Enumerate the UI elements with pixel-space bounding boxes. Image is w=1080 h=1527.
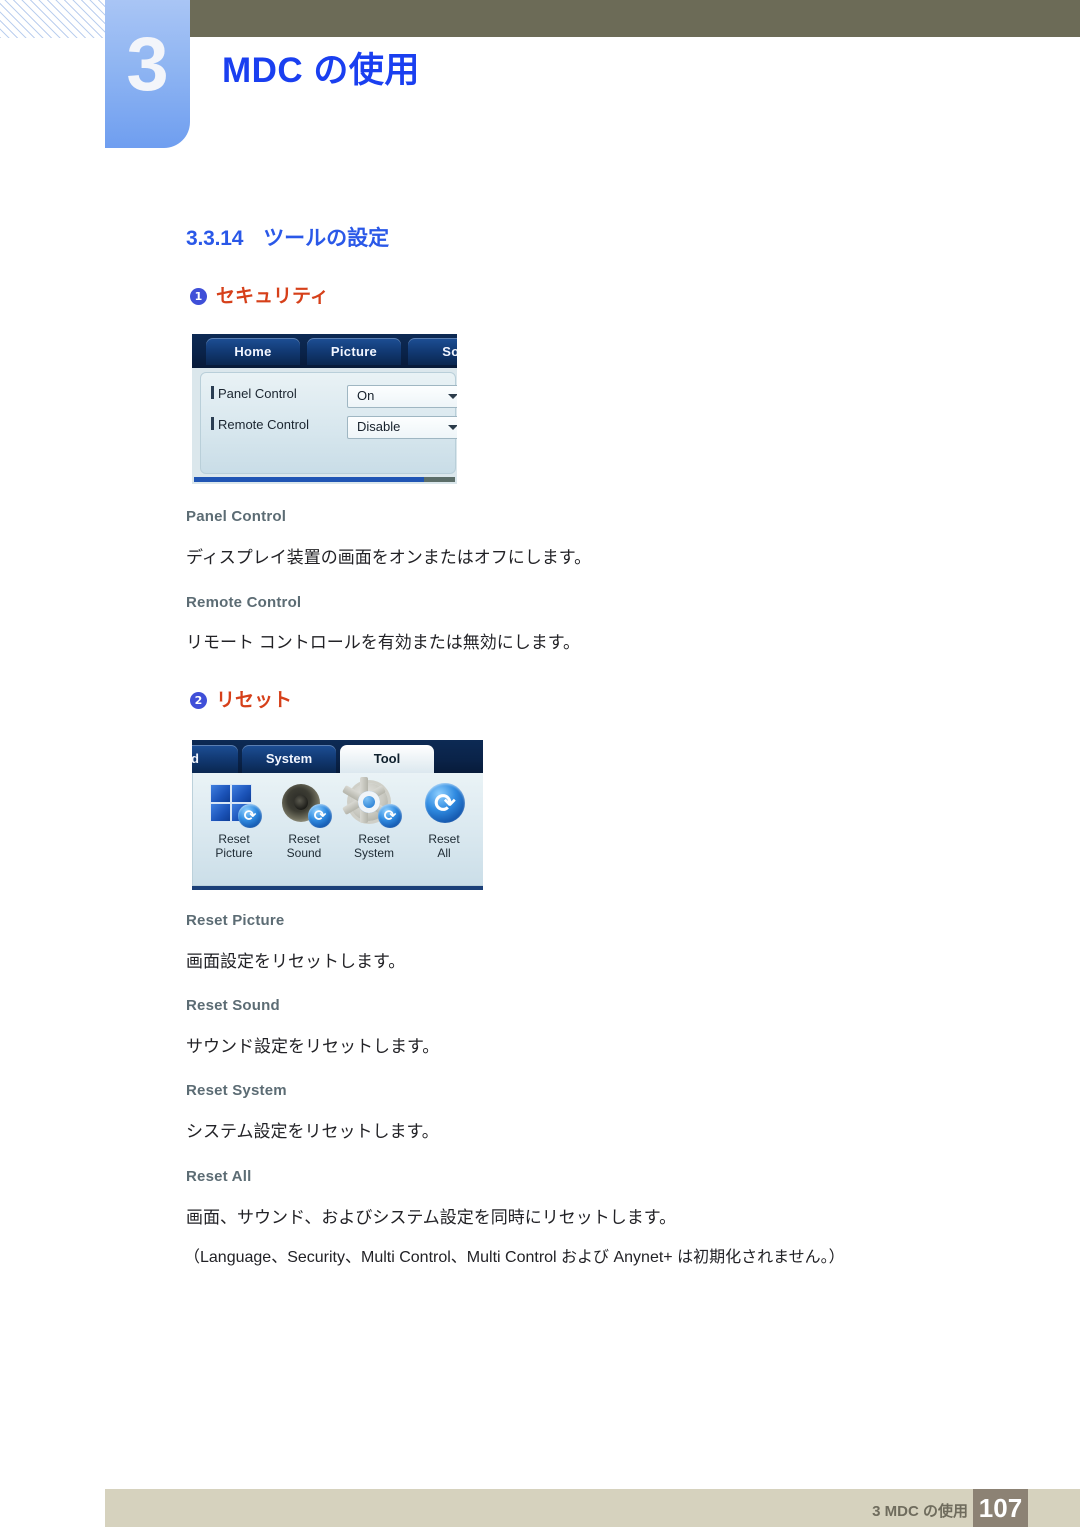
security-statusbar: [194, 477, 424, 482]
refresh-glyph: ⟳: [243, 807, 257, 825]
reset-system-button[interactable]: ⟳ Reset System: [339, 777, 409, 860]
page-number-box: 107: [973, 1489, 1028, 1527]
chevron-down-icon: [448, 425, 457, 430]
desc-panel-control: ディスプレイ装置の画面をオンまたはオフにします。: [186, 548, 592, 567]
reset-picture-icon: ⟳: [204, 781, 264, 829]
refresh-glyph: ⟳: [313, 807, 327, 825]
caption-line1: Reset: [358, 832, 390, 846]
caption-line2: Picture: [215, 846, 253, 860]
footer-chapter-label: 3 MDC の使用: [872, 1503, 968, 1520]
term-reset-all: Reset All: [186, 1168, 252, 1185]
remote-control-label: Remote Control: [218, 417, 310, 432]
term-reset-sound: Reset Sound: [186, 997, 280, 1014]
page-header: 3 MDC の使用: [0, 0, 1080, 160]
reset-sound-button[interactable]: ⟳ Reset Sound: [269, 781, 339, 860]
bullet-marker-icon: [211, 417, 214, 430]
refresh-large-icon: ⟳: [425, 783, 465, 823]
subsection-heading-security: 1 セキュリティ: [190, 281, 329, 308]
desc-remote-control: リモート コントロールを有効または無効にします。: [186, 633, 581, 652]
subsection-title-security: セキュリティ: [216, 286, 329, 307]
panel-control-row: Panel Control: [211, 385, 297, 407]
term-remote-control: Remote Control: [186, 594, 302, 611]
refresh-glyph: ⟳: [434, 788, 456, 818]
page-number: 107: [978, 1493, 1023, 1523]
badge-number-2: 2: [190, 692, 207, 709]
reset-picture-button[interactable]: ⟳ Reset Picture: [199, 781, 269, 860]
hatch-decoration: [0, 0, 106, 38]
term-reset-picture: Reset Picture: [186, 912, 285, 929]
reset-picture-caption: Reset Picture: [199, 832, 269, 860]
caption-line1: Reset: [218, 832, 250, 846]
reset-panel: ⟳ Reset Picture ⟳ Reset Sound ⟳ Reset Sy…: [192, 773, 483, 886]
reset-system-caption: Reset System: [339, 832, 409, 860]
remote-control-row: Remote Control: [211, 416, 309, 438]
tab-sound[interactable]: Sou: [408, 338, 457, 365]
caption-line2: System: [353, 846, 394, 860]
term-reset-system: Reset System: [186, 1082, 287, 1099]
subsection-heading-reset: 2 リセット: [190, 685, 292, 712]
desc-reset-all: 画面、サウンド、およびシステム設定を同時にリセットします。: [186, 1208, 677, 1227]
caption-line1: Reset: [288, 832, 320, 846]
reset-exclusion-note: （Language、Security、Multi Control、Multi C…: [184, 1249, 845, 1266]
security-statusbar-end: [424, 477, 455, 482]
refresh-badge-icon: ⟳: [378, 804, 402, 828]
caption-line2: All: [437, 846, 451, 860]
refresh-badge-icon: ⟳: [308, 804, 332, 828]
section-heading: 3.3.14 ツールの設定: [186, 222, 389, 252]
caption-line1: Reset: [428, 832, 460, 846]
reset-all-icon: ⟳: [414, 781, 474, 829]
security-tabbar: Home Picture Sou: [192, 334, 457, 368]
bullet-marker-icon: [211, 386, 214, 399]
panel-control-label: Panel Control: [218, 386, 297, 401]
desc-reset-sound: サウンド設定をリセットします。: [186, 1037, 440, 1056]
refresh-glyph: ⟳: [383, 807, 397, 825]
header-olive-bar: [190, 0, 1080, 37]
section-number: 3.3.14: [186, 227, 244, 250]
subsection-title-reset: リセット: [216, 690, 293, 711]
page-title: MDC の使用: [222, 51, 420, 90]
reset-system-icon: ⟳: [342, 777, 404, 829]
reset-sound-caption: Reset Sound: [269, 832, 339, 860]
panel-control-dropdown[interactable]: On: [347, 385, 457, 408]
refresh-badge-icon: ⟳: [238, 804, 262, 828]
badge-number-1: 1: [190, 288, 207, 305]
tab-picture[interactable]: Picture: [307, 338, 401, 365]
chapter-tab: 3: [105, 0, 190, 148]
reset-screenshot: nd System Tool ⟳ Reset Picture: [192, 740, 483, 890]
reset-sound-icon: ⟳: [274, 781, 334, 829]
desc-reset-system: システム設定をリセットします。: [186, 1122, 439, 1141]
reset-statusbar: [192, 886, 483, 890]
tab-system[interactable]: System: [242, 745, 336, 773]
section-title: ツールの設定: [263, 227, 390, 250]
reset-tabbar: nd System Tool: [192, 740, 483, 775]
chevron-down-icon: [448, 394, 457, 399]
tab-tool-active[interactable]: Tool: [340, 745, 434, 773]
chapter-number: 3: [126, 22, 169, 107]
remote-control-value: Disable: [357, 419, 401, 434]
tab-home[interactable]: Home: [206, 338, 300, 365]
desc-reset-picture: 画面設定をリセットします。: [186, 952, 406, 971]
security-screenshot: Home Picture Sou Panel Control On Remote…: [192, 334, 457, 484]
reset-all-caption: Reset All: [409, 832, 479, 860]
term-panel-control: Panel Control: [186, 508, 287, 525]
security-panel: Panel Control On Remote Control Disable: [200, 372, 457, 474]
panel-control-value: On: [357, 388, 375, 403]
caption-line2: Sound: [286, 846, 322, 860]
reset-all-button[interactable]: ⟳ Reset All: [409, 781, 479, 860]
remote-control-dropdown[interactable]: Disable: [347, 416, 457, 439]
tab-sound-partial[interactable]: nd: [192, 745, 238, 773]
